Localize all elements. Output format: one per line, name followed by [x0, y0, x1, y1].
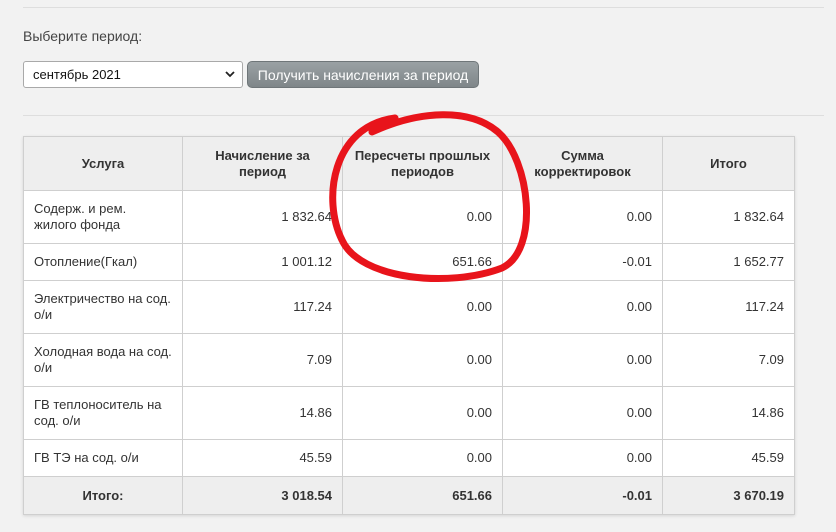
cell-total: 1 652.77	[662, 243, 795, 281]
total-grand: 3 670.19	[662, 476, 795, 515]
cell-corrections: 0.00	[502, 386, 663, 440]
cell-service: ГВ ТЭ на сод. о/и	[23, 439, 183, 477]
cell-corrections: 0.00	[502, 280, 663, 334]
cell-recalc: 0.00	[342, 280, 503, 334]
top-divider	[23, 7, 824, 8]
section-divider	[23, 115, 824, 116]
cell-service: ГВ теплоноситель на сод. о/и	[23, 386, 183, 440]
table-row: Электричество на сод. о/и 117.24 0.00 0.…	[23, 280, 795, 334]
cell-total: 7.09	[662, 333, 795, 387]
header-total: Итого	[662, 136, 795, 191]
total-recalc: 651.66	[342, 476, 503, 515]
cell-service: Отопление(Гкал)	[23, 243, 183, 281]
cell-recalc: 651.66	[342, 243, 503, 281]
table-total-row: Итого: 3 018.54 651.66 -0.01 3 670.19	[23, 476, 795, 515]
header-accrual: Начисление за период	[182, 136, 343, 191]
chevron-down-icon	[225, 71, 235, 78]
charges-table: Услуга Начисление за период Пересчеты пр…	[23, 136, 795, 515]
cell-corrections: -0.01	[502, 243, 663, 281]
get-charges-button[interactable]: Получить начисления за период	[247, 61, 479, 88]
cell-corrections: 0.00	[502, 190, 663, 244]
cell-service: Холодная вода на сод. о/и	[23, 333, 183, 387]
cell-corrections: 0.00	[502, 439, 663, 477]
table-row: Содерж. и рем. жилого фонда 1 832.64 0.0…	[23, 190, 795, 244]
table-row: Холодная вода на сод. о/и 7.09 0.00 0.00…	[23, 333, 795, 387]
table-header-row: Услуга Начисление за период Пересчеты пр…	[23, 136, 795, 191]
cell-recalc: 0.00	[342, 333, 503, 387]
cell-recalc: 0.00	[342, 190, 503, 244]
cell-total: 14.86	[662, 386, 795, 440]
cell-total: 117.24	[662, 280, 795, 334]
cell-accrual: 117.24	[182, 280, 343, 334]
cell-service: Электричество на сод. о/и	[23, 280, 183, 334]
header-corrections: Сумма корректировок	[502, 136, 663, 191]
cell-total: 1 832.64	[662, 190, 795, 244]
cell-accrual: 1 001.12	[182, 243, 343, 281]
period-select-value: сентябрь 2021	[33, 67, 121, 82]
table-row: Отопление(Гкал) 1 001.12 651.66 -0.01 1 …	[23, 243, 795, 281]
cell-service: Содерж. и рем. жилого фонда	[23, 190, 183, 244]
total-corrections: -0.01	[502, 476, 663, 515]
table-row: ГВ теплоноситель на сод. о/и 14.86 0.00 …	[23, 386, 795, 440]
cell-accrual: 14.86	[182, 386, 343, 440]
period-label: Выберите период:	[23, 28, 143, 44]
header-recalc: Пересчеты прошлых периодов	[342, 136, 503, 191]
cell-recalc: 0.00	[342, 386, 503, 440]
header-service: Услуга	[23, 136, 183, 191]
total-accrual: 3 018.54	[182, 476, 343, 515]
period-select[interactable]: сентябрь 2021	[23, 61, 243, 88]
cell-accrual: 7.09	[182, 333, 343, 387]
table-row: ГВ ТЭ на сод. о/и 45.59 0.00 0.00 45.59	[23, 439, 795, 477]
cell-accrual: 1 832.64	[182, 190, 343, 244]
cell-accrual: 45.59	[182, 439, 343, 477]
cell-total: 45.59	[662, 439, 795, 477]
total-label: Итого:	[23, 476, 183, 515]
cell-corrections: 0.00	[502, 333, 663, 387]
cell-recalc: 0.00	[342, 439, 503, 477]
